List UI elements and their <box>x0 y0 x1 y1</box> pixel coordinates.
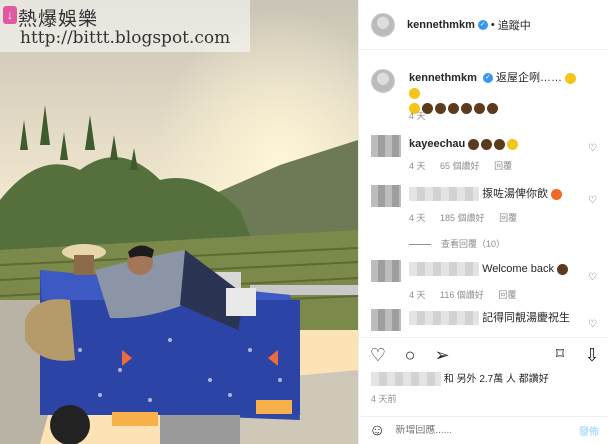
caption-username[interactable]: kennethmkm <box>409 72 477 84</box>
comment-text: 揼咗湯俾你飲 <box>409 187 589 202</box>
comments-scroll-area[interactable]: kennethmkm ✓ 返屋企咧…… 4 天 kayeechau 4 天 65… <box>359 51 608 336</box>
add-comment-bar: ☺ 發佈 <box>359 416 608 444</box>
commenter-avatar[interactable] <box>371 260 401 282</box>
emoji-icon <box>565 72 577 84</box>
caption-avatar[interactable] <box>371 69 395 93</box>
verified-badge-icon: ✓ <box>477 19 488 30</box>
emoji-icon <box>468 138 480 150</box>
comment-likes[interactable]: 185 個讚好 <box>440 213 485 223</box>
commenter-username[interactable]: kayeechau <box>409 138 465 150</box>
download-icon[interactable]: ⇩ <box>581 344 603 366</box>
header-separator: • <box>490 18 495 31</box>
comment-like-heart-icon[interactable]: ♡ <box>588 272 597 283</box>
emoji-icon <box>487 102 498 114</box>
comment-time: 4 天 <box>409 161 426 171</box>
instagram-post: ↓ 熱爆娛樂 http://bittt.blogspot.com kenneth… <box>0 0 608 444</box>
reply-button[interactable]: 回覆 <box>499 213 517 223</box>
caption-body: 返屋企咧…… <box>495 72 562 84</box>
comment-text: kayeechau <box>409 137 589 152</box>
smile-icon[interactable]: ☺ <box>369 422 385 440</box>
emoji-icon <box>481 138 493 150</box>
post-time: 4 天前 <box>371 394 397 404</box>
photo-image <box>0 0 358 444</box>
author-avatar[interactable] <box>371 12 395 37</box>
emoji-icon <box>448 102 459 114</box>
comment-meta: 4 天 116 個讚好 回覆 <box>409 288 528 301</box>
comment-body: 揼咗湯俾你飲 <box>482 188 549 200</box>
comment-text: Welcome back <box>409 262 589 277</box>
following-button[interactable]: 追蹤中 <box>498 17 531 33</box>
post-actions-bar: ♡ ○ ➢ ⌑ ⇩ <box>359 337 608 373</box>
comment-body: Welcome back <box>482 263 554 275</box>
reply-button[interactable]: 回覆 <box>494 161 512 171</box>
watermark-arrow-icon: ↓ <box>3 6 17 24</box>
comment-time: 4 天 <box>409 290 426 300</box>
commenter-username-blurred[interactable] <box>409 187 479 202</box>
fire-emoji-icon <box>551 188 563 200</box>
emoji-icon <box>494 138 506 150</box>
emoji-icon <box>409 87 420 99</box>
post-comment-button[interactable]: 發佈 <box>579 423 599 438</box>
likes-summary: 和 另外 2.7萬 人 都讚好 <box>371 370 601 387</box>
comment-like-heart-icon[interactable]: ♡ <box>588 143 597 154</box>
view-replies-button[interactable]: 查看回覆（10） <box>409 237 505 250</box>
commenter-username-blurred[interactable] <box>409 311 479 326</box>
emoji-icon <box>557 263 569 275</box>
heart-icon[interactable]: ♡ <box>367 344 389 366</box>
comment-like-heart-icon[interactable]: ♡ <box>588 195 597 206</box>
emoji-icon <box>474 102 485 114</box>
post-photo[interactable]: ↓ 熱爆娛樂 http://bittt.blogspot.com <box>0 0 358 444</box>
emoji-icon <box>461 102 472 114</box>
comment-likes[interactable]: 116 個讚好 <box>440 290 484 300</box>
reply-button[interactable]: 回覆 <box>498 290 516 300</box>
likes-text[interactable]: 另外 2.7萬 人 都讚好 <box>457 374 549 385</box>
comment-time: 4 天 <box>409 213 426 223</box>
comment-body: 記得同靚湯慶祝生 <box>482 312 571 324</box>
verified-badge-icon: ✓ <box>482 73 493 84</box>
comment-meta: 4 天 185 個讚好 回覆 <box>409 211 529 224</box>
comment-input[interactable] <box>395 425 556 436</box>
commenter-username-blurred[interactable] <box>409 262 479 277</box>
commenter-avatar[interactable] <box>371 185 401 207</box>
author-username[interactable]: kennethmkm <box>407 19 475 31</box>
comment-icon[interactable]: ○ <box>399 344 421 366</box>
post-header: kennethmkm ✓ • 追蹤中 <box>359 0 608 50</box>
emoji-icon <box>507 138 519 150</box>
comment-like-heart-icon[interactable]: ♡ <box>588 319 597 330</box>
comment-text: 記得同靚湯慶祝生 <box>409 311 589 326</box>
watermark: ↓ 熱爆娛樂 http://bittt.blogspot.com <box>0 0 250 52</box>
caption-time: 4 天 <box>409 111 426 121</box>
likes-prefix: 和 <box>443 374 454 385</box>
share-icon[interactable]: ➢ <box>431 344 453 366</box>
post-side-panel: kennethmkm ✓ • 追蹤中 kennethmkm ✓ 返屋企咧…… 4… <box>358 0 608 444</box>
watermark-title: 熱爆娛樂 <box>18 8 99 30</box>
liker-blurred[interactable] <box>371 372 441 387</box>
caption-meta: 4 天 <box>409 109 438 122</box>
watermark-url: http://bittt.blogspot.com <box>20 28 231 48</box>
comment-likes[interactable]: 65 個讚好 <box>440 161 480 171</box>
bookmark-icon[interactable]: ⌑ <box>549 344 571 366</box>
commenter-avatar[interactable] <box>371 309 401 331</box>
commenter-avatar[interactable] <box>371 135 401 157</box>
comment-meta: 4 天 65 個讚好 回覆 <box>409 159 524 172</box>
